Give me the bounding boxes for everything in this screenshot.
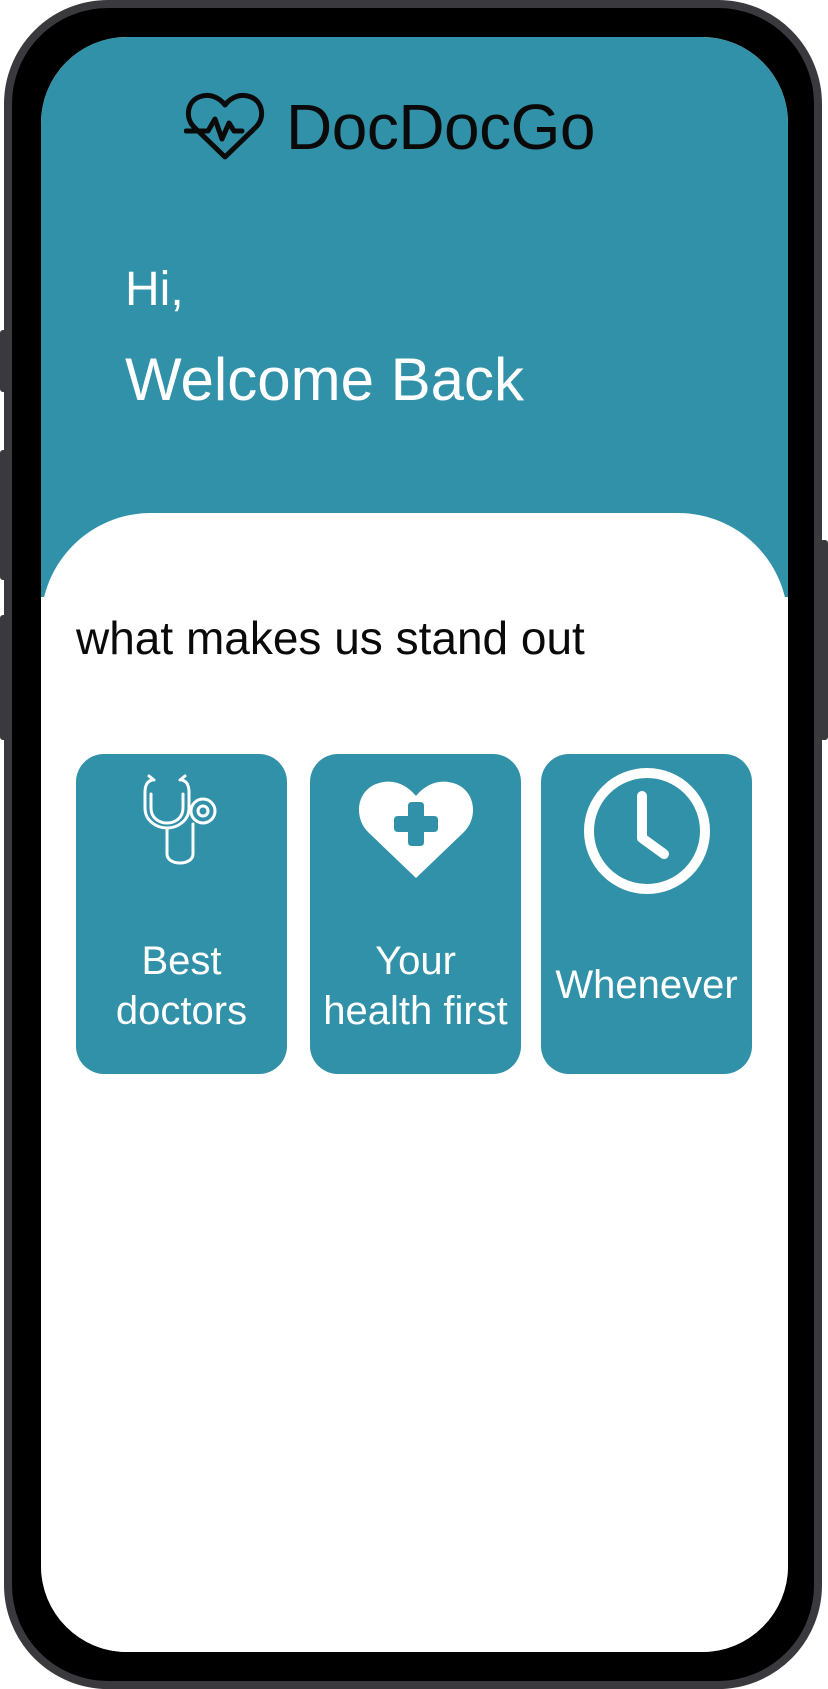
feature-label: Best doctors xyxy=(76,936,287,1036)
heartbeat-icon xyxy=(184,92,265,160)
feature-label-line: Whenever xyxy=(555,963,738,1007)
feature-card-health-first[interactable]: Your health first xyxy=(310,754,521,1074)
feature-label-line: Your xyxy=(375,939,456,983)
brand: DocDocGo xyxy=(184,87,596,167)
feature-card-whenever[interactable]: Whenever xyxy=(541,754,752,1074)
feature-card-best-doctors[interactable]: Best doctors xyxy=(76,754,287,1074)
stethoscope-icon xyxy=(142,774,216,865)
welcome-title: Welcome Back xyxy=(125,346,525,413)
app-screen: DocDocGo Hi, Welcome Back what makes us … xyxy=(41,37,788,1652)
clock-icon xyxy=(583,768,710,894)
feature-label-line: doctors xyxy=(115,989,248,1033)
volume-up-button xyxy=(0,450,8,580)
content-card: what makes us stand out Best doctors You… xyxy=(41,513,788,1652)
feature-label: Whenever xyxy=(541,960,752,1010)
volume-down-button xyxy=(0,615,8,740)
app-name: DocDocGo xyxy=(286,91,596,163)
feature-label: Your health first xyxy=(310,936,521,1036)
section-title: what makes us stand out xyxy=(76,612,585,664)
power-button xyxy=(820,540,828,740)
feature-label-line: Best xyxy=(141,939,222,983)
mute-switch xyxy=(0,330,8,392)
greeting-text: Hi, xyxy=(125,263,184,316)
heart-plus-icon xyxy=(358,781,473,878)
feature-label-line: health first xyxy=(323,989,508,1033)
